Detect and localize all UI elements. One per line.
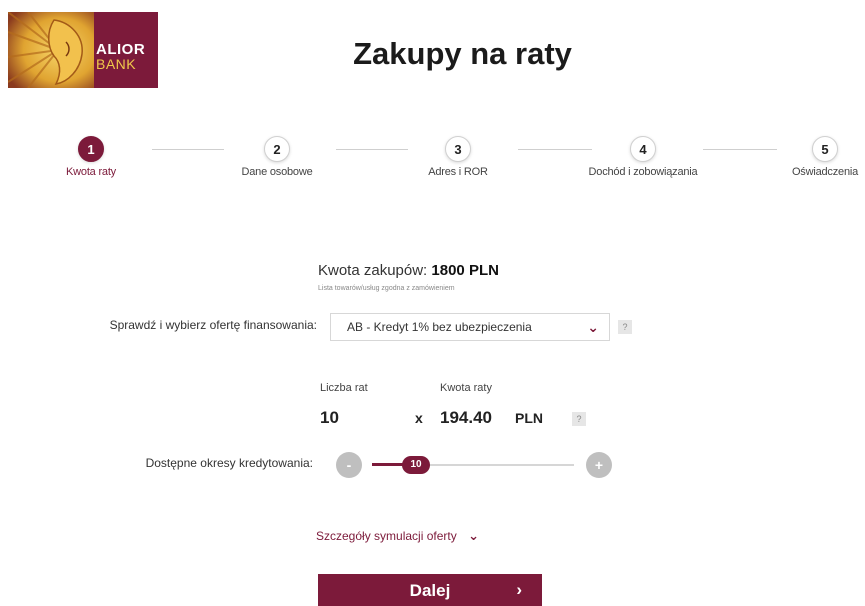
step-1-label: Kwota raty xyxy=(66,166,116,178)
installments-count-value: 10 xyxy=(320,408,339,427)
chevron-right-icon: › xyxy=(516,580,522,599)
period-increase-button[interactable]: + xyxy=(586,452,612,478)
chevron-down-icon: ⌄ xyxy=(587,319,599,335)
offer-select[interactable]: AB - Kredyt 1% bez ubezpieczenia ⌄ xyxy=(330,313,610,341)
multiply-sign: x xyxy=(415,410,423,426)
step-1-number: 1 xyxy=(78,136,104,162)
installment-help-icon[interactable]: ? xyxy=(572,412,586,426)
period-slider-thumb[interactable]: 10 xyxy=(402,456,430,474)
purchase-amount: Kwota zakupów: 1800 PLN xyxy=(318,262,499,279)
step-5-number: 5 xyxy=(812,136,838,162)
offer-help-icon[interactable]: ? xyxy=(618,320,632,334)
installment-amount-value: 194.40 xyxy=(440,408,492,427)
offer-label: Sprawdź i wybierz ofertę finansowania: xyxy=(109,318,317,332)
offer-select-value: AB - Kredyt 1% bez ubezpieczenia xyxy=(347,320,532,334)
step-4[interactable]: 4 Dochód i zobowiązania xyxy=(578,136,708,178)
step-3-number: 3 xyxy=(445,136,471,162)
step-1[interactable]: 1 Kwota raty xyxy=(26,136,156,178)
chevron-down-icon: ⌄ xyxy=(468,528,479,543)
credit-period-label: Dostępne okresy kredytowania: xyxy=(145,456,313,470)
installment-currency: PLN xyxy=(515,410,543,426)
installments-count-label: Liczba rat xyxy=(320,382,368,394)
page-title: Zakupy na raty xyxy=(353,36,572,71)
step-2-label: Dane osobowe xyxy=(241,166,313,178)
installment-amount-label: Kwota raty xyxy=(440,382,492,394)
step-3-label: Adres i ROR xyxy=(428,166,488,178)
purchase-amount-value: 1800 PLN xyxy=(431,262,499,279)
step-3[interactable]: 3 Adres i ROR xyxy=(393,136,523,178)
purchase-amount-note: Lista towarów/usług zgodna z zamówieniem xyxy=(318,285,455,292)
simulation-details-link[interactable]: Szczegóły symulacji oferty ⌄ xyxy=(316,528,479,544)
purchase-amount-label: Kwota zakupów: xyxy=(318,262,428,279)
step-4-number: 4 xyxy=(630,136,656,162)
step-2[interactable]: 2 Dane osobowe xyxy=(212,136,342,178)
step-5[interactable]: 5 Oświadczenia xyxy=(760,136,865,178)
next-button-label: Dalej xyxy=(409,581,451,600)
next-button[interactable]: Dalej › xyxy=(318,574,542,606)
simulation-details-label: Szczegóły symulacji oferty xyxy=(316,529,457,543)
progress-stepper: 1 Kwota raty 2 Dane osobowe 3 Adres i RO… xyxy=(0,136,865,196)
step-4-label: Dochód i zobowiązania xyxy=(588,166,698,178)
step-5-label: Oświadczenia xyxy=(791,166,859,178)
period-decrease-button[interactable]: - xyxy=(336,452,362,478)
step-2-number: 2 xyxy=(264,136,290,162)
